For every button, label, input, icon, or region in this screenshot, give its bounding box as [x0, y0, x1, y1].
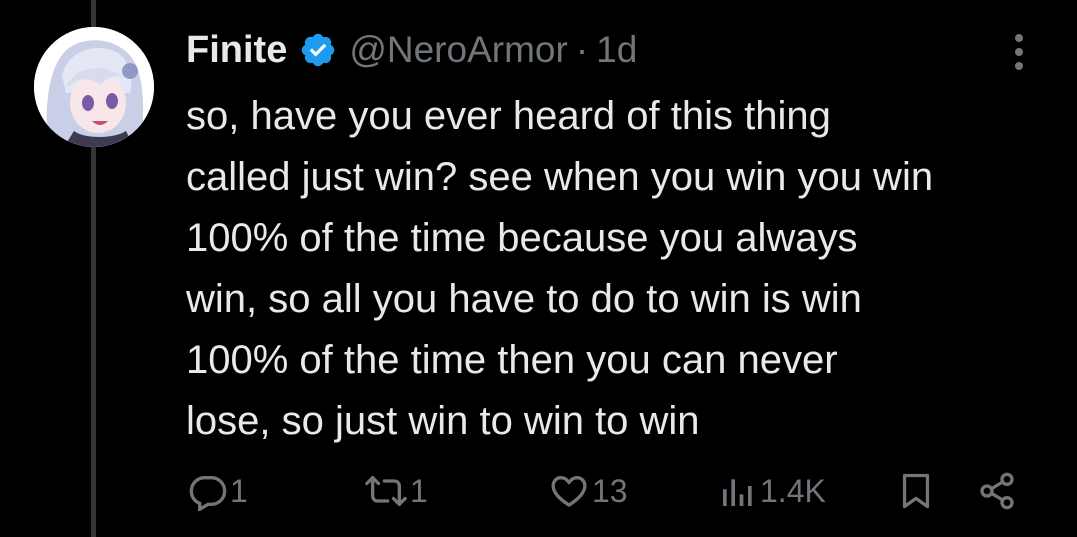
repost-button[interactable]: 1 [364, 466, 428, 516]
tweet-text-line: 100% of the time then you can never [186, 338, 838, 382]
author-display-name[interactable]: Finite [186, 29, 287, 72]
share-button[interactable] [976, 466, 1018, 516]
repost-count: 1 [410, 472, 428, 509]
reply-button[interactable]: 1 [188, 466, 248, 516]
anime-avatar-image [34, 27, 154, 147]
heart-icon [548, 471, 590, 511]
action-bar: 1 1 13 1.4K [0, 466, 1077, 516]
separator-dot: · [575, 29, 589, 70]
more-options-icon[interactable] [1004, 32, 1034, 72]
like-button[interactable]: 13 [548, 466, 628, 516]
timestamp[interactable]: 1d [596, 29, 637, 71]
views-icon [718, 471, 758, 511]
tweet-text-line: so, have you ever heard of this thing [186, 94, 831, 138]
tweet-text: so, have you ever heard of this thing ca… [186, 86, 1066, 452]
bookmark-button[interactable] [898, 466, 934, 516]
view-count: 1.4K [760, 472, 826, 509]
author-handle[interactable]: @NeroArmor [349, 29, 567, 71]
tweet-text-line: 100% of the time because you always [186, 216, 858, 260]
views-button[interactable]: 1.4K [718, 466, 826, 516]
reply-count: 1 [230, 472, 248, 509]
share-icon [976, 471, 1018, 511]
tweet-text-line: called just win? see when you win you wi… [186, 155, 934, 199]
reply-icon [188, 471, 228, 511]
tweet-header: Finite @NeroArmor · 1d [186, 24, 637, 76]
avatar[interactable] [34, 27, 154, 147]
tweet-text-line: lose, so just win to win to win [186, 399, 700, 443]
tweet-text-line: win, so all you have to do to win is win [186, 277, 862, 321]
bookmark-icon [898, 471, 934, 511]
repost-icon [364, 471, 408, 511]
verified-badge-icon [299, 31, 337, 69]
like-count: 13 [592, 472, 628, 509]
